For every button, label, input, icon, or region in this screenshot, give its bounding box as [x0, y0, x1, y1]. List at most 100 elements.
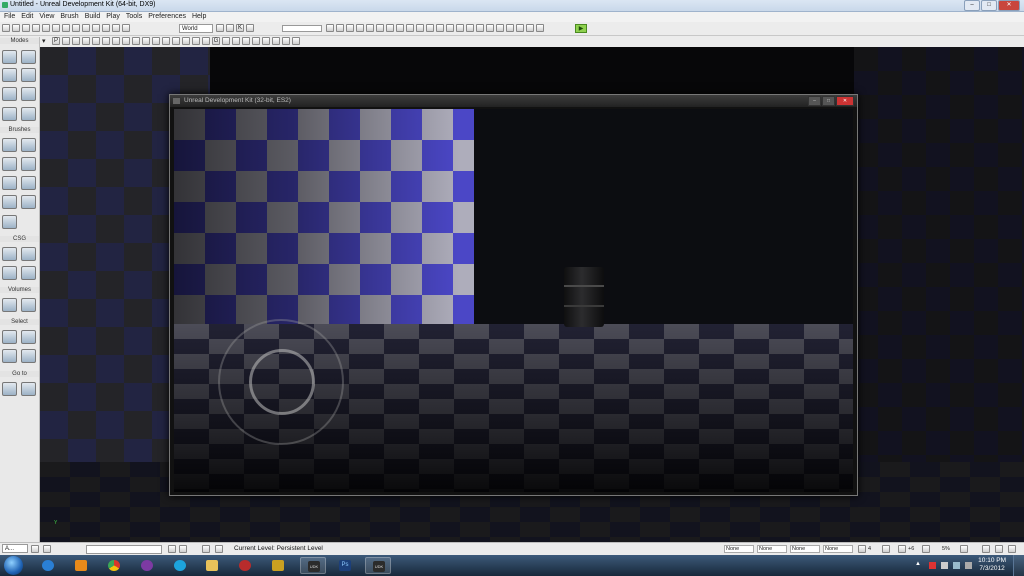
copy-icon[interactable]	[72, 24, 80, 32]
cone-brush-icon[interactable]	[21, 138, 36, 152]
open-file-icon[interactable]	[12, 24, 20, 32]
taskbar-app-purple[interactable]	[134, 557, 160, 574]
minimize-button[interactable]: –	[964, 0, 980, 11]
game-maximize-button[interactable]: □	[822, 96, 835, 106]
scale-toggle-icon[interactable]	[960, 545, 968, 553]
menu-help[interactable]: Help	[192, 12, 206, 22]
show-selected-icon[interactable]	[2, 330, 17, 344]
lod-icon[interactable]	[192, 37, 200, 45]
select-mode-icon[interactable]	[92, 24, 100, 32]
unlit-icon[interactable]	[82, 37, 90, 45]
reflections-icon[interactable]	[172, 37, 180, 45]
drag-icon[interactable]	[995, 545, 1003, 553]
mesh-paint-mode-icon[interactable]	[2, 107, 17, 121]
game-minimize-button[interactable]: –	[808, 96, 821, 106]
stop-icon[interactable]	[282, 37, 290, 45]
lock-icon[interactable]	[346, 24, 354, 32]
save-icon[interactable]	[22, 24, 30, 32]
lightmap-density-icon[interactable]	[152, 37, 160, 45]
taskbar-app-explorer[interactable]	[199, 557, 225, 574]
game-close-button[interactable]: ✕	[836, 96, 854, 106]
spiral-stair-brush-icon[interactable]	[2, 195, 17, 209]
tray-monitor-icon[interactable]	[941, 562, 948, 569]
grid-toggle-icon[interactable]	[882, 545, 890, 553]
coordinate-system-select[interactable]: World	[179, 24, 213, 33]
menu-edit[interactable]: Edit	[21, 12, 33, 22]
collision-icon[interactable]	[182, 37, 190, 45]
mesh-paint-icon[interactable]	[466, 24, 474, 32]
build-geometry-icon[interactable]	[376, 24, 384, 32]
taskbar-app-udk[interactable]: UDK	[300, 557, 326, 574]
menu-play[interactable]: Play	[106, 12, 120, 22]
menu-preferences[interactable]: Preferences	[148, 12, 186, 22]
command-input[interactable]	[86, 545, 162, 554]
undo-icon[interactable]	[42, 24, 50, 32]
detail-lighting-icon[interactable]	[102, 37, 110, 45]
save-all-icon[interactable]	[32, 24, 40, 32]
close-panel-icon[interactable]	[43, 545, 51, 553]
geometry-mode-icon[interactable]	[21, 50, 36, 64]
volumetric-brush-icon[interactable]	[2, 215, 17, 229]
fracture-icon[interactable]	[486, 24, 494, 32]
build-cover-icon[interactable]	[406, 24, 414, 32]
camera-speed-icon[interactable]	[292, 37, 300, 45]
level-icon[interactable]	[202, 545, 210, 553]
material-icon[interactable]	[506, 24, 514, 32]
landscape-icon[interactable]	[476, 24, 484, 32]
globe-icon[interactable]	[356, 24, 364, 32]
csg-add-icon[interactable]	[2, 247, 17, 261]
start-button[interactable]	[4, 556, 23, 575]
taskbar-app-internet-explorer[interactable]	[35, 557, 61, 574]
kismet-icon[interactable]: K	[236, 24, 244, 32]
move-mode-icon[interactable]	[21, 68, 36, 82]
debug-icon[interactable]	[516, 24, 524, 32]
terrain-mode-icon[interactable]	[2, 68, 17, 82]
stream-icon[interactable]	[232, 37, 240, 45]
volume-icon[interactable]	[965, 562, 972, 569]
new-file-icon[interactable]	[2, 24, 10, 32]
foliage-icon[interactable]	[456, 24, 464, 32]
add-volume-icon[interactable]	[2, 298, 17, 312]
scale-mode-icon[interactable]	[122, 24, 130, 32]
goto-actor-icon[interactable]	[2, 382, 17, 396]
restore-icon[interactable]	[31, 545, 39, 553]
car-icon[interactable]	[436, 24, 444, 32]
paste-icon[interactable]	[82, 24, 90, 32]
fullscreen-icon[interactable]	[252, 37, 260, 45]
game-scene[interactable]	[174, 109, 853, 492]
virtual-joystick-thumb[interactable]	[249, 349, 315, 415]
dropdown-arrow-icon[interactable]: ▾	[42, 37, 50, 45]
level-browser-icon[interactable]	[215, 545, 223, 553]
translate-icon[interactable]	[1008, 545, 1016, 553]
close-button[interactable]: ✕	[998, 0, 1020, 11]
browser-icon[interactable]	[226, 24, 234, 32]
rotation-snap-icon[interactable]	[898, 545, 906, 553]
drag-grid-icon[interactable]	[168, 545, 176, 553]
tray-flag-icon[interactable]	[929, 562, 936, 569]
taskbar-app-yellow[interactable]	[265, 557, 291, 574]
hide-icon[interactable]	[262, 37, 270, 45]
rotate-mode-icon[interactable]	[112, 24, 120, 32]
taskbar-app-skype[interactable]	[167, 557, 193, 574]
autosave-icon[interactable]	[982, 545, 990, 553]
cylinder-brush-icon[interactable]	[21, 157, 36, 171]
curved-stair-brush-icon[interactable]	[2, 157, 17, 171]
wireframe-icon[interactable]	[72, 37, 80, 45]
add-special-brush-icon[interactable]	[21, 298, 36, 312]
build-all-icon[interactable]	[416, 24, 424, 32]
play-in-editor-button[interactable]: ▶	[575, 24, 587, 33]
play-viewport-icon[interactable]	[272, 37, 280, 45]
light-coloration-icon[interactable]	[162, 37, 170, 45]
menu-build[interactable]: Build	[85, 12, 101, 22]
brush-wireframe-icon[interactable]	[62, 37, 70, 45]
tray-expand-icon[interactable]: ▲	[915, 561, 921, 567]
menu-view[interactable]: View	[39, 12, 54, 22]
hide-selected-icon[interactable]	[21, 330, 36, 344]
lighting-only-icon[interactable]	[112, 37, 120, 45]
cube-brush-icon[interactable]	[2, 138, 17, 152]
bsp-icon[interactable]	[202, 37, 210, 45]
csg-intersect-icon[interactable]	[2, 266, 17, 280]
texture-mode-icon[interactable]	[2, 87, 17, 101]
rotation-grid-icon[interactable]	[179, 545, 187, 553]
taskbar-app-media-player[interactable]	[68, 557, 94, 574]
